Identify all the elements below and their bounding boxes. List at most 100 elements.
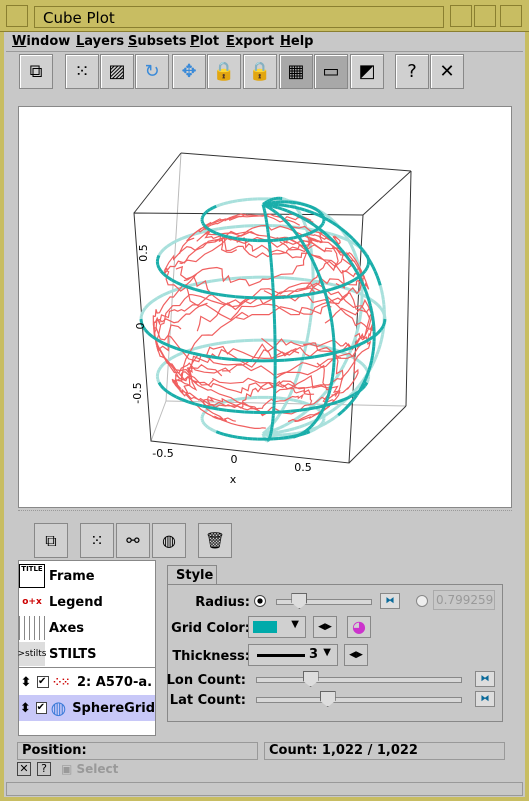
minimize-button[interactable] <box>450 5 472 27</box>
menu-subsets[interactable]: Subsets <box>128 34 186 49</box>
grid-segment <box>337 234 345 240</box>
grid-segment <box>159 362 165 368</box>
grid-color-select[interactable]: ▼ <box>248 616 306 638</box>
maximize-button[interactable] <box>474 5 496 27</box>
grid-segment <box>327 409 334 415</box>
close-button[interactable]: ✕ <box>430 54 464 89</box>
add-spheregrid-layer-button[interactable]: ◍ <box>152 523 186 558</box>
menu-help[interactable]: Help <box>280 34 313 49</box>
layer-item-position[interactable]: ⬍ ✔ ⁘⁙ 2: A570-a.t <box>19 669 155 695</box>
grid-segment <box>211 355 222 360</box>
help-button[interactable]: ? <box>395 54 429 89</box>
grid-segment <box>200 221 205 224</box>
drag-handle-icon[interactable]: ⬍ <box>19 675 33 690</box>
grid-segment <box>209 406 219 411</box>
tab-style[interactable]: Style <box>167 565 217 585</box>
grid-segment <box>170 278 178 284</box>
grid-segment <box>264 200 269 205</box>
grid-segment <box>275 426 281 431</box>
menu-bar: Window Layers Subsets Plot Export Help <box>6 33 523 52</box>
thickness-select[interactable]: 3 ▼ <box>248 644 338 666</box>
grid-segment <box>166 275 173 282</box>
grid-segment <box>169 344 178 350</box>
sketch-button[interactable]: ▦ <box>279 54 313 89</box>
menu-layers[interactable]: Layers <box>76 34 124 49</box>
layer-checkbox[interactable]: ✔ <box>35 702 47 714</box>
float-control-button[interactable]: ⧉ <box>34 523 68 558</box>
thickness-prev-next-buttons[interactable]: ◀▶ <box>344 644 368 666</box>
add-position-layer-button[interactable]: ⁙ <box>80 523 114 558</box>
add-pair-layer-button[interactable]: ⚯ <box>116 523 150 558</box>
clear-button[interactable]: ✕ <box>17 762 31 776</box>
layer-item-legend[interactable]: o+x Legend <box>19 589 155 615</box>
grid-segment <box>299 411 306 417</box>
grid-segment <box>284 357 295 362</box>
layer-item-stilts[interactable]: >stilts STILTS <box>18 641 155 667</box>
menu-plot[interactable]: Plot <box>190 34 219 49</box>
color-prev-next-buttons[interactable]: ◀▶ <box>313 616 337 638</box>
layer-item-axes[interactable]: Axes <box>19 615 155 641</box>
grid-segment <box>303 429 308 434</box>
select-button[interactable]: ▣ Select <box>61 762 118 776</box>
grid-segment <box>315 289 324 295</box>
layer-item-spheregrid[interactable]: ⬍ ✔ ◍ SphereGrid <box>19 695 155 721</box>
grid-segment <box>187 285 196 291</box>
radius-slider-radio[interactable] <box>254 595 266 607</box>
lock-aux-button[interactable]: 🔒 <box>243 54 277 89</box>
grid-segment <box>227 235 233 240</box>
grid-segment <box>157 366 163 371</box>
grid-segment <box>366 295 371 302</box>
lon-count-slider[interactable] <box>256 671 462 687</box>
window-menu-button[interactable] <box>6 5 28 27</box>
grid-segment <box>147 332 154 338</box>
grid-segment <box>265 221 269 226</box>
menu-export[interactable]: Export <box>226 34 274 49</box>
grid-segment <box>264 215 268 220</box>
grid-segment <box>194 345 203 350</box>
delete-layer-button[interactable]: 🗑 <box>198 523 232 558</box>
slider-thumb[interactable] <box>319 691 336 707</box>
subset-region-button[interactable]: ▨ <box>100 54 134 89</box>
slider-thumb[interactable] <box>302 671 319 687</box>
grid-segment <box>288 236 294 241</box>
radius-slider[interactable] <box>276 593 372 609</box>
grid-segment <box>351 247 356 254</box>
grid-segment <box>209 341 219 347</box>
lat-count-slider[interactable] <box>256 691 462 707</box>
grid-segment <box>380 289 385 296</box>
slider-thumb[interactable] <box>291 593 308 609</box>
rotate-button[interactable]: ↻ <box>135 54 169 89</box>
close-window-button[interactable] <box>500 5 522 27</box>
grid-segment <box>293 398 299 403</box>
grid-segment <box>212 230 217 235</box>
drag-handle-icon[interactable]: ⬍ <box>19 701 32 716</box>
menu-window[interactable]: Window <box>12 34 70 49</box>
grid-segment <box>309 230 314 235</box>
subset-blob-button[interactable]: ⁙ <box>65 54 99 89</box>
export-button[interactable]: ◩ <box>350 54 384 89</box>
radius-text-radio[interactable] <box>416 595 428 607</box>
plot-area[interactable]: -0.5 0 0.5 x 0.5 0 -0.5 <box>18 106 512 508</box>
layer-item-frame[interactable]: TITLE Frame <box>19 563 155 589</box>
lat-reset-button[interactable]: ⧓ <box>475 691 495 707</box>
grid-segment <box>226 408 236 413</box>
layer-checkbox[interactable]: ✔ <box>37 676 49 688</box>
lock-axes-button[interactable]: 🔒 <box>207 54 241 89</box>
grid-segment <box>295 433 300 438</box>
progress-button[interactable]: ▭ <box>314 54 348 89</box>
grid-segment <box>237 237 243 241</box>
lon-reset-button[interactable]: ⧓ <box>475 671 495 687</box>
split-divider[interactable] <box>18 510 512 516</box>
help-button[interactable]: ? <box>37 762 51 776</box>
x-axis-label: x <box>230 473 237 486</box>
grid-segment <box>283 197 287 202</box>
grid-segment <box>330 285 339 291</box>
float-window-button[interactable]: ⧉ <box>19 54 53 89</box>
grid-segment <box>373 270 379 277</box>
color-chooser-button[interactable]: ◕ <box>347 616 371 638</box>
grid-segment <box>313 211 320 217</box>
radius-reset-button[interactable]: ⧓ <box>380 593 400 609</box>
grid-segment <box>314 266 319 272</box>
radius-input[interactable]: 0.799259 <box>433 590 495 610</box>
navigate-button[interactable]: ✥ <box>172 54 206 89</box>
